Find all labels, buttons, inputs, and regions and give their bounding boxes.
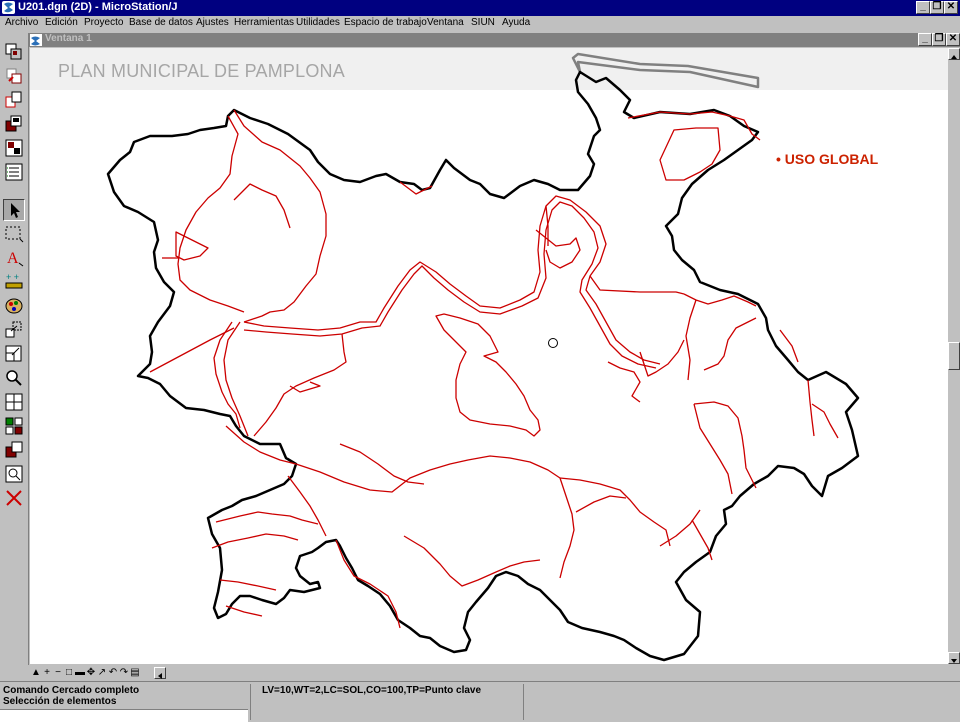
cursor-circle-icon (548, 338, 558, 348)
drawing-canvas[interactable]: PLAN MUNICIPAL DE PAMPLONA • USO GLOBAL (30, 48, 948, 664)
menu-espacio-de-trabajo[interactable]: Espacio de trabajo (344, 17, 427, 28)
scroll-left-button[interactable] (154, 667, 166, 679)
view-close-button[interactable]: ✕ (946, 33, 960, 46)
scroll-up-button[interactable] (948, 48, 960, 60)
tool-delete-icon[interactable] (3, 487, 25, 509)
menu-bar: Archivo Edición Proyecto Base de datos A… (0, 16, 960, 32)
title-bar: U201.dgn (2D) - MicroStation/J _ ❐ ✕ (0, 0, 960, 16)
tool-grid-icon[interactable] (3, 391, 25, 413)
minimize-button[interactable]: _ (916, 1, 930, 14)
tool-palette: A + + (0, 33, 29, 665)
scroll-down-button[interactable] (948, 652, 960, 664)
svg-text:A: A (7, 250, 19, 267)
tool-zoom-icon[interactable] (3, 367, 25, 389)
menu-utilidades[interactable]: Utilidades (296, 17, 340, 28)
menu-base-de-datos[interactable]: Base de datos (129, 17, 193, 28)
view-restore-button[interactable]: ❐ (932, 33, 946, 46)
menu-archivo[interactable]: Archivo (5, 17, 38, 28)
tool-main-icon[interactable] (3, 41, 25, 63)
view-window-caption[interactable]: Ventana 1 _ ❐ ✕ (28, 33, 960, 47)
status-divider (523, 684, 524, 720)
menu-proyecto[interactable]: Proyecto (84, 17, 123, 28)
tool-palette-icon[interactable] (3, 295, 25, 317)
tool-fence-icon[interactable] (3, 113, 25, 135)
tool-text-icon[interactable]: A (3, 247, 25, 269)
copy-view-button[interactable]: ▤ (129, 667, 141, 679)
tool-select-element-icon[interactable] (3, 199, 25, 221)
tool-group-icon[interactable] (3, 415, 25, 437)
tool-list-icon[interactable] (3, 161, 25, 183)
status-command: Comando Cercado completo (3, 685, 140, 696)
municipal-boundary (106, 70, 860, 662)
tool-reference-icon[interactable] (3, 65, 25, 87)
microstation-app-icon[interactable] (2, 1, 15, 14)
tool-fence-place-icon[interactable] (3, 223, 25, 245)
menu-ajustes[interactable]: Ajustes (196, 17, 229, 28)
horizontal-scrollbar[interactable] (154, 667, 960, 679)
view-window-icon[interactable] (30, 34, 42, 46)
vertical-scrollbar[interactable] (948, 48, 960, 664)
tool-points-icon[interactable]: + + (3, 271, 25, 293)
tool-cells-icon[interactable] (3, 137, 25, 159)
tool-measure-icon[interactable] (3, 463, 25, 485)
menu-edicion[interactable]: Edición (45, 17, 78, 28)
restore-button[interactable]: ❐ (930, 1, 944, 14)
land-use-zones (149, 109, 839, 629)
tool-scale-icon[interactable] (3, 343, 25, 365)
map-drawing (106, 52, 860, 662)
menu-siun[interactable]: SIUN (471, 17, 495, 28)
close-button[interactable]: ✕ (944, 1, 958, 14)
menu-herramientas[interactable]: Herramientas (234, 17, 294, 28)
selected-element-outline (571, 52, 760, 89)
menu-ayuda[interactable]: Ayuda (502, 17, 530, 28)
tool-move-icon[interactable] (3, 319, 25, 341)
menu-ventana[interactable]: Ventana (427, 17, 464, 28)
view-window-title: Ventana 1 (45, 33, 92, 44)
svg-text:+ +: + + (6, 272, 19, 282)
status-attributes: LV=10,WT=2,LC=SOL,CO=100,TP=Punto clave (262, 685, 482, 696)
scroll-thumb-vertical[interactable] (948, 342, 960, 370)
status-divider (250, 684, 251, 720)
status-prompt: Selección de elementos (3, 696, 117, 707)
key-in-field[interactable] (0, 709, 248, 722)
view-control-bar: ▲ + − □ ▬ ✥ ↗ ↶ ↷ ▤ (28, 666, 960, 680)
tool-view-icon[interactable] (3, 439, 25, 461)
view-minimize-button[interactable]: _ (918, 33, 932, 46)
status-bar: Comando Cercado completo Selección de el… (0, 681, 960, 722)
tool-copy-icon[interactable] (3, 89, 25, 111)
window-title: U201.dgn (2D) - MicroStation/J (18, 1, 178, 13)
legend-uso-global: • USO GLOBAL (776, 151, 879, 167)
